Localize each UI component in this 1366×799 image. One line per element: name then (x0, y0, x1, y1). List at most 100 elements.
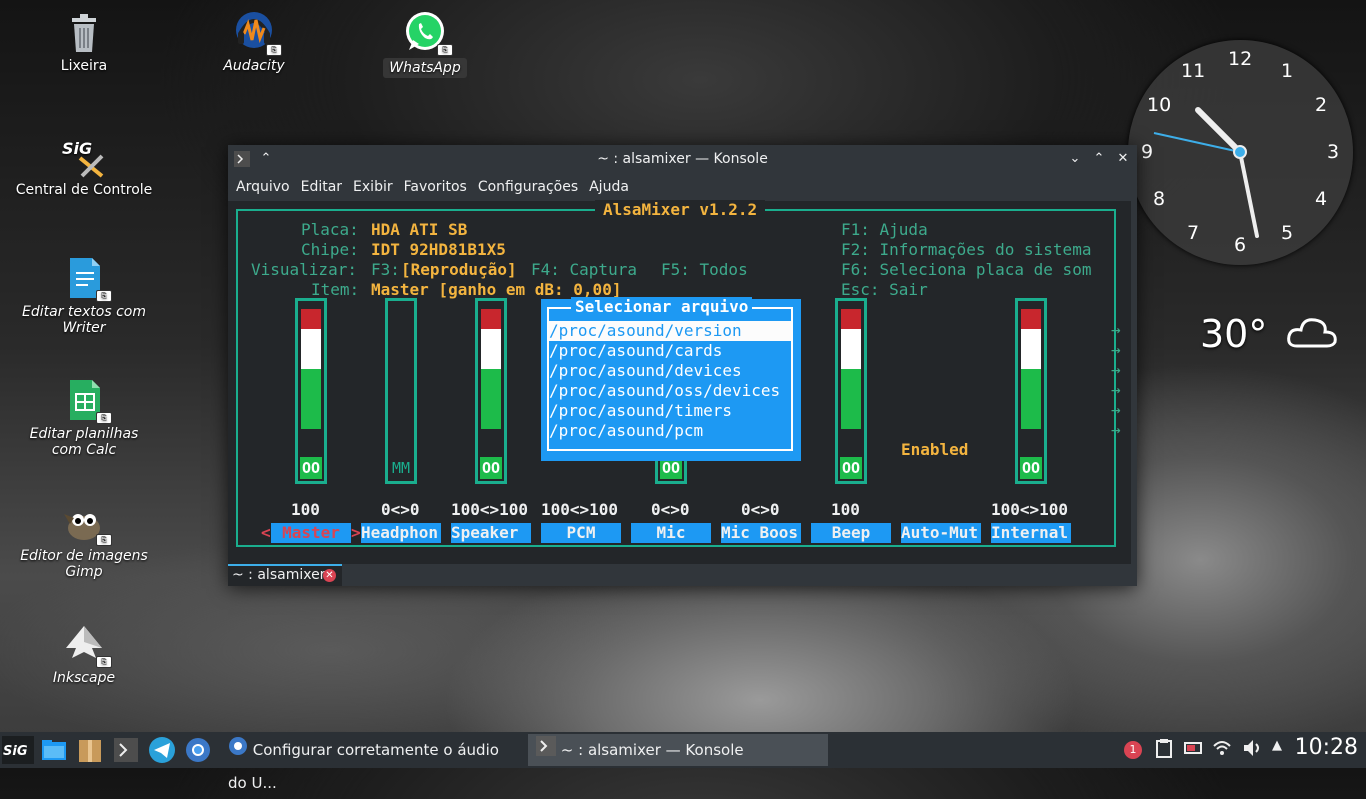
channel-label-mic[interactable]: Mic (631, 523, 711, 543)
file-manager-icon[interactable] (40, 736, 68, 764)
dialog-title: Selecionar arquivo (571, 297, 753, 317)
view-label: Visualizar: (251, 260, 357, 279)
channel-label-internal[interactable]: Internal (991, 523, 1071, 543)
scroll-arrows: → → → → → → (1111, 320, 1121, 439)
desktop-icon-calc[interactable]: ⎘ Editar planilhas com Calc (14, 378, 154, 458)
app-launcher-icon[interactable]: SiG (2, 736, 34, 764)
meter-indicator: OO (840, 457, 862, 479)
dialog-item[interactable]: /proc/asound/timers (549, 401, 732, 421)
notification-count: 1 (1129, 743, 1137, 756)
desktop-icon-label: Editar planilhas com Calc (29, 426, 139, 458)
trash-icon (62, 10, 106, 54)
battery-icon[interactable] (1184, 738, 1204, 762)
item-label: Item: (311, 280, 360, 299)
close-icon[interactable]: ✕ (1113, 149, 1133, 169)
channel-label-auto-mute[interactable]: Auto-Mut (901, 523, 981, 543)
title-bar[interactable]: ⌃ ~ : alsamixer — Konsole ⌄ ⌃ ✕ (228, 145, 1137, 173)
shortcut-badge-icon: ⎘ (96, 412, 112, 424)
desktop-icon-whatsapp[interactable]: ⎘ WhatsApp (355, 10, 495, 78)
tab-alsamixer[interactable]: ~ : alsamixer ✕ (228, 564, 342, 586)
bar-white-zone (301, 329, 321, 369)
volume-bar-internal[interactable]: OO (1015, 298, 1047, 484)
notification-badge[interactable]: 1 (1124, 741, 1142, 759)
svg-text:SiG: SiG (3, 744, 28, 759)
bar-green-zone (301, 369, 321, 429)
menu-editar[interactable]: Editar (297, 173, 349, 201)
wifi-icon[interactable] (1212, 738, 1232, 762)
volume-bar-speaker[interactable]: OO (475, 298, 507, 484)
menu-favoritos[interactable]: Favoritos (400, 173, 474, 201)
package-icon[interactable] (76, 736, 104, 764)
bar-green-zone (1021, 369, 1041, 429)
bar-red-zone (481, 309, 501, 329)
maximize-icon[interactable]: ⌃ (1089, 149, 1109, 169)
analog-clock-widget: 12 1 2 3 4 5 6 7 8 9 10 11 (1128, 40, 1353, 265)
volume-value: 0<>0 (741, 500, 780, 519)
minimize-icon[interactable]: ⌄ (1065, 149, 1085, 169)
channel-label-mic-boost[interactable]: Mic Boos (721, 523, 801, 543)
shortcut-badge-icon: ⎘ (266, 44, 282, 56)
dialog-item[interactable]: /proc/asound/cards (549, 341, 722, 361)
clipboard-icon[interactable] (1156, 738, 1172, 762)
inkscape-icon: ⎘ (62, 622, 112, 668)
taskbar: SiG Configurar corretamente o áudio do U… (0, 732, 1366, 792)
meter-indicator: MM (391, 459, 411, 477)
calc-icon: ⎘ (62, 378, 112, 424)
weather-widget: 30° (1200, 312, 1339, 359)
desktop-icon-control-center[interactable]: SiG Central de Controle (14, 134, 154, 198)
task-konsole[interactable]: ~ : alsamixer — Konsole (528, 734, 828, 766)
control-center-icon: SiG (62, 134, 106, 178)
help-line: F6: Seleciona placa de som (841, 260, 1092, 279)
bar-white-zone (1021, 329, 1041, 369)
konsole-launcher-icon[interactable] (112, 736, 140, 764)
desktop-icon-audacity[interactable]: ⎘ Audacity (184, 10, 324, 74)
channel-label-beep[interactable]: Beep (811, 523, 891, 543)
dialog-item[interactable]: /proc/asound/pcm (549, 421, 703, 441)
menu-bar: Arquivo Editar Exibir Favoritos Configur… (228, 173, 1137, 201)
menu-arquivo[interactable]: Arquivo (232, 173, 297, 201)
cloud-icon (1285, 314, 1339, 359)
task-label: Configurar corretamente o áudio do U... (228, 741, 499, 792)
desktop-icon-inkscape[interactable]: ⎘ Inkscape (14, 622, 154, 686)
whatsapp-icon: ⎘ (403, 10, 453, 56)
menu-exibir[interactable]: Exibir (349, 173, 400, 201)
tab-label: ~ : alsamixer (232, 567, 326, 583)
chrome-icon (228, 735, 248, 767)
telegram-icon[interactable] (148, 736, 176, 764)
desktop-icon-gimp[interactable]: ⎘ Editor de imagens Gimp (14, 500, 154, 580)
shortcut-badge-icon: ⎘ (437, 44, 453, 56)
channel-label-master[interactable]: Master (271, 523, 351, 543)
volume-bar-headphone[interactable]: MM (385, 298, 417, 484)
select-file-dialog[interactable]: Selecionar arquivo /proc/asound/version … (541, 297, 801, 461)
chip-label: Chipe: (301, 240, 359, 259)
volume-icon[interactable] (1242, 738, 1262, 762)
channel-label-headphone[interactable]: Headphon (361, 523, 441, 543)
dialog-item-selected[interactable]: /proc/asound/version (549, 321, 791, 341)
shortcut-badge-icon: ⎘ (96, 534, 112, 546)
close-tab-icon[interactable]: ✕ (323, 569, 336, 582)
volume-bar-master[interactable]: OO (295, 298, 327, 484)
desktop-icon-writer[interactable]: ⎘ Editar textos com Writer (14, 256, 154, 336)
konsole-window[interactable]: ⌃ ~ : alsamixer — Konsole ⌄ ⌃ ✕ Arquivo … (228, 145, 1137, 586)
channel-label-pcm[interactable]: PCM (541, 523, 621, 543)
audacity-icon: ⎘ (232, 10, 282, 56)
tray-expand-icon[interactable]: ▲ (1272, 738, 1282, 753)
volume-bar-beep[interactable]: OO (835, 298, 867, 484)
help-line: F2: Informações do sistema (841, 240, 1092, 259)
task-chrome[interactable]: Configurar corretamente o áudio do U... (220, 734, 522, 792)
volume-value: 100 (291, 500, 320, 519)
desktop-icon-label: Editar textos com Writer (22, 304, 146, 336)
dialog-item[interactable]: /proc/asound/oss/devices (549, 381, 780, 401)
taskbar-clock[interactable]: 10:28 (1295, 735, 1358, 760)
scrollbar[interactable] (1131, 201, 1137, 564)
dialog-item[interactable]: /proc/asound/devices (549, 361, 742, 381)
terminal-area[interactable]: AlsaMixer v1.2.2 Placa: HDA ATI SB Chipe… (228, 200, 1137, 564)
channel-label-speaker[interactable]: Speaker (451, 523, 531, 543)
desktop-icon-trash[interactable]: Lixeira (14, 10, 154, 74)
menu-configuracoes[interactable]: Configurações (474, 173, 585, 201)
bar-green-zone (841, 369, 861, 429)
bar-white-zone (481, 329, 501, 369)
view-f4: F4: Captura (531, 260, 637, 279)
chromium-icon[interactable] (184, 736, 212, 764)
menu-ajuda[interactable]: Ajuda (585, 173, 636, 201)
